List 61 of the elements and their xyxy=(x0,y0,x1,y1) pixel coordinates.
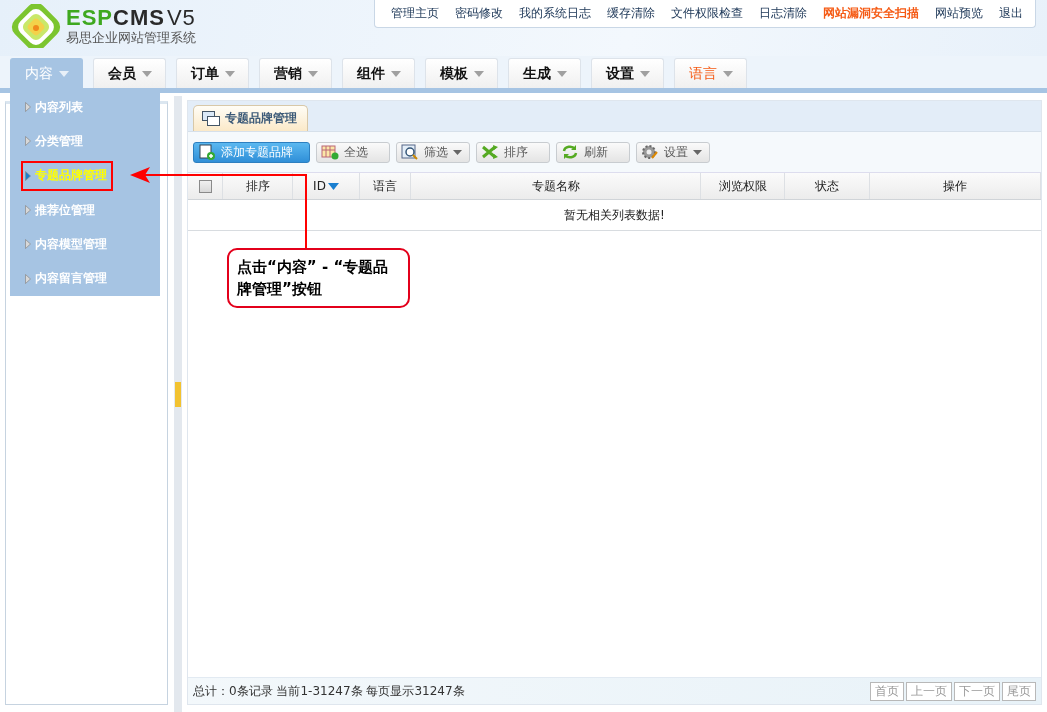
empty-message: 暂无相关列表数据! xyxy=(564,206,665,224)
column-header[interactable]: 专题名称 xyxy=(531,177,580,195)
caret-icon xyxy=(307,70,318,77)
triangle-icon xyxy=(25,205,31,216)
caret-icon xyxy=(693,149,702,155)
top-link[interactable]: 密码修改 xyxy=(447,5,511,22)
top-link[interactable]: 管理主页 xyxy=(383,5,447,22)
nav-tab[interactable]: 订单 xyxy=(176,58,249,88)
toolbar-button[interactable]: 排序 xyxy=(476,141,550,163)
logo-subtitle: 易思企业网站管理系统 xyxy=(66,30,196,46)
top-link[interactable]: 我的系统日志 xyxy=(511,5,599,22)
nav-tab[interactable]: 生成 xyxy=(508,58,581,88)
caret-icon xyxy=(224,70,235,77)
panel-tab[interactable]: 专题品牌管理 xyxy=(193,105,308,131)
column-header[interactable]: 排序 xyxy=(245,177,270,195)
caret-icon xyxy=(556,70,567,77)
caret-icon xyxy=(639,70,650,77)
top-link[interactable]: 日志清除 xyxy=(751,5,815,22)
nav-tab[interactable]: 营销 xyxy=(259,58,332,88)
nav-tab[interactable]: 模板 xyxy=(425,58,498,88)
triangle-icon xyxy=(25,102,31,113)
splitter[interactable] xyxy=(174,96,182,712)
column-header[interactable]: 语言 xyxy=(373,177,397,195)
triangle-icon xyxy=(25,239,31,250)
column-header[interactable]: ID xyxy=(313,179,339,193)
triangle-icon xyxy=(25,170,31,181)
gear-icon xyxy=(641,144,659,160)
triangle-icon xyxy=(25,273,31,284)
record-summary: 总计：0条记录 当前1-31247条 每页显示31247条 xyxy=(193,682,465,700)
refresh-icon xyxy=(561,144,579,160)
collapse-handle[interactable] xyxy=(175,382,182,407)
column-header[interactable]: 浏览权限 xyxy=(718,177,767,195)
nav-tab[interactable]: 组件 xyxy=(342,58,415,88)
toolbar-button[interactable]: 刷新 xyxy=(556,141,630,163)
toolbar-button[interactable]: 筛选 xyxy=(396,141,470,163)
triangle-icon xyxy=(25,136,31,147)
caret-icon xyxy=(141,70,152,77)
annotation-callout: 点击“内容” - “专题品牌管理”按钮 xyxy=(227,248,410,308)
caret-icon xyxy=(390,70,401,77)
nav-tab[interactable]: 设置 xyxy=(591,58,664,88)
magnifier-icon xyxy=(401,144,419,160)
toolbar-button[interactable]: 全选 xyxy=(316,141,390,163)
toolbar-button[interactable]: 设置 xyxy=(636,141,710,163)
caret-icon xyxy=(58,70,69,77)
top-link[interactable]: 缓存清除 xyxy=(599,5,663,22)
grid-add-icon xyxy=(321,144,339,160)
top-link[interactable]: 网站预览 xyxy=(927,5,991,22)
top-link[interactable]: 文件权限检查 xyxy=(663,5,751,22)
select-all-checkbox[interactable] xyxy=(198,179,212,193)
caret-icon xyxy=(453,149,462,155)
caret-icon xyxy=(722,70,733,77)
document-add-icon xyxy=(198,144,216,160)
sort-desc-icon xyxy=(327,182,339,190)
window-icon xyxy=(202,110,220,127)
nav-tab[interactable]: 会员 xyxy=(93,58,166,88)
column-header[interactable]: 操作 xyxy=(943,177,967,195)
column-header[interactable]: 状态 xyxy=(815,177,839,195)
top-link[interactable]: 退出 xyxy=(991,5,1031,22)
shuffle-icon xyxy=(481,144,499,160)
logo-wordmark: ESPCMSV5 xyxy=(66,6,196,30)
caret-icon xyxy=(473,70,484,77)
